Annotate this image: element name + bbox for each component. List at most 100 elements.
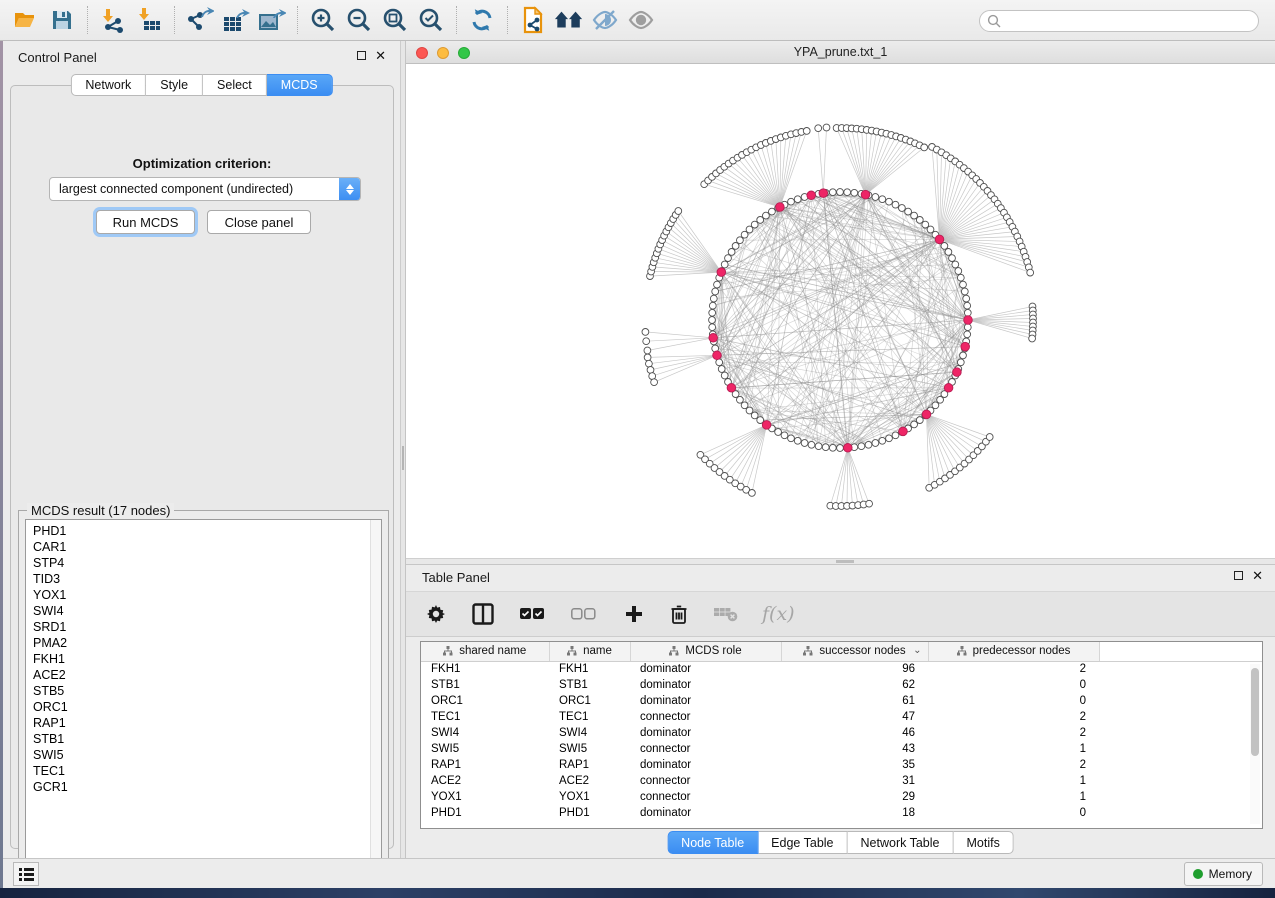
attribute-tree-icon [443,646,453,656]
table-panel-title: Table Panel [422,570,490,585]
application-window: Control Panel ✕ NetworkStyleSelectMCDS O… [0,0,1275,898]
control-panel-title: Control Panel [18,50,97,65]
table-scrollbar-thumb[interactable] [1251,668,1259,756]
float-window-icon[interactable] [1234,571,1243,580]
table-row[interactable]: PHD1PHD1dominator180 [421,805,1263,821]
table-row[interactable]: FKH1FKH1dominator962 [421,661,1263,677]
mcds-tab-content: Optimization criterion: largest connecte… [10,85,394,849]
gear-icon[interactable] [426,599,446,629]
table-panel-tabs: Node TableEdge TableNetwork TableMotifs [667,831,1014,854]
zoom-in-icon[interactable] [308,5,338,35]
mcds-result-item[interactable]: CAR1 [33,539,381,555]
export-table-icon[interactable] [221,5,251,35]
table-row[interactable]: SWI4SWI4dominator462 [421,725,1263,741]
refresh-icon[interactable] [467,5,497,35]
mcds-result-item[interactable]: FKH1 [33,651,381,667]
zoom-out-icon[interactable] [344,5,374,35]
select-stepper-icon [339,177,360,201]
save-session-icon[interactable] [47,5,77,35]
table-row[interactable]: ORC1ORC1dominator610 [421,693,1263,709]
deselect-all-icon[interactable] [571,599,596,629]
import-network-icon[interactable] [98,5,128,35]
table-row[interactable]: STB1STB1dominator620 [421,677,1263,693]
mcds-result-item[interactable]: TEC1 [33,763,381,779]
optimization-criterion-label: Optimization criterion: [11,156,393,171]
mcds-result-item[interactable]: ORC1 [33,699,381,715]
table-row[interactable]: RAP1RAP1dominator352 [421,757,1263,773]
mcds-result-item[interactable]: RAP1 [33,715,381,731]
split-panel-icon[interactable] [472,599,494,629]
export-image-icon[interactable] [257,5,287,35]
close-panel-icon[interactable]: ✕ [1252,571,1263,580]
add-column-icon[interactable] [624,599,644,629]
network-graph[interactable] [406,64,1275,558]
tab-motifs[interactable]: Motifs [953,831,1013,854]
mcds-result-item[interactable]: PHD1 [33,523,381,539]
toolbar-separator [87,6,88,34]
tab-network[interactable]: Network [70,74,146,96]
delete-column-icon[interactable] [670,599,688,629]
task-history-button[interactable] [13,862,39,886]
mcds-result-item[interactable]: STB5 [33,683,381,699]
import-table-icon[interactable] [134,5,164,35]
memory-button[interactable]: Memory [1184,862,1263,886]
run-mcds-button[interactable]: Run MCDS [96,210,195,234]
column-header-shared-name[interactable]: shared name [421,642,549,661]
mcds-result-item[interactable]: TID3 [33,571,381,587]
tab-network-table[interactable]: Network Table [848,831,954,854]
horizontal-splitter[interactable] [406,558,1275,565]
table-row[interactable]: ACE2ACE2connector311 [421,773,1263,789]
float-window-icon[interactable] [357,51,366,60]
home-icon[interactable] [554,5,584,35]
column-header-name[interactable]: name [549,642,630,661]
close-panel-icon[interactable]: ✕ [375,51,386,60]
toolbar-separator [297,6,298,34]
zoom-selected-icon[interactable] [416,5,446,35]
table-row[interactable]: YOX1YOX1connector291 [421,789,1263,805]
tab-edge-table[interactable]: Edge Table [758,831,847,854]
open-file-icon[interactable] [11,5,41,35]
tab-select[interactable]: Select [203,74,267,96]
table-toolbar: f(x) [406,591,1275,637]
column-header-predecessor-nodes[interactable]: predecessor nodes [928,642,1099,661]
tab-mcds[interactable]: MCDS [267,74,333,96]
mcds-result-item[interactable]: STP4 [33,555,381,571]
zoom-fit-icon[interactable] [380,5,410,35]
close-panel-button[interactable]: Close panel [207,210,311,234]
mcds-result-item[interactable]: SRD1 [33,619,381,635]
mcds-result-item[interactable]: GCR1 [33,779,381,795]
mcds-result-item[interactable]: STB1 [33,731,381,747]
attribute-tree-icon [567,646,577,656]
tab-style[interactable]: Style [146,74,203,96]
table-row[interactable]: SWI5SWI5connector431 [421,741,1263,757]
mcds-result-item[interactable]: SWI4 [33,603,381,619]
export-network-icon[interactable] [185,5,215,35]
mcds-result-item[interactable]: PMA2 [33,635,381,651]
mcds-result-item[interactable]: SWI5 [33,747,381,763]
mcds-result-item[interactable]: YOX1 [33,587,381,603]
mcds-list-scrollbar[interactable] [370,520,381,870]
search-input[interactable] [1001,14,1258,28]
table-scrollbar[interactable] [1250,664,1260,824]
mcds-result-groupbox: MCDS result (17 nodes) PHD1CAR1STP4TID3Y… [18,510,389,878]
search-box[interactable] [979,10,1259,32]
network-from-file-icon[interactable] [518,5,548,35]
select-all-icon[interactable] [520,599,545,629]
optimization-criterion-select[interactable]: largest connected component (undirected) [49,177,361,201]
toolbar-separator [174,6,175,34]
mcds-result-item[interactable]: ACE2 [33,667,381,683]
memory-label: Memory [1209,867,1252,881]
hide-details-icon[interactable] [590,5,620,35]
tab-node-table[interactable]: Node Table [667,831,758,854]
sort-descending-icon: ⌄ [913,645,921,656]
control-panel: Control Panel ✕ NetworkStyleSelectMCDS O… [3,41,400,858]
list-icon [19,868,34,881]
table-row[interactable]: TEC1TEC1connector472 [421,709,1263,725]
attribute-tree-icon [957,646,967,656]
column-header-successor-nodes[interactable]: successor nodes⌄ [781,642,928,661]
mcds-result-list[interactable]: PHD1CAR1STP4TID3YOX1SWI4SRD1PMA2FKH1ACE2… [25,519,382,871]
network-window-titlebar[interactable]: YPA_prune.txt_1 [406,41,1275,64]
column-header-MCDS-role[interactable]: MCDS role [630,642,781,661]
select-value: largest connected component (undirected) [50,182,339,196]
node-table: shared namenameMCDS rolesuccessor nodes⌄… [420,641,1263,829]
